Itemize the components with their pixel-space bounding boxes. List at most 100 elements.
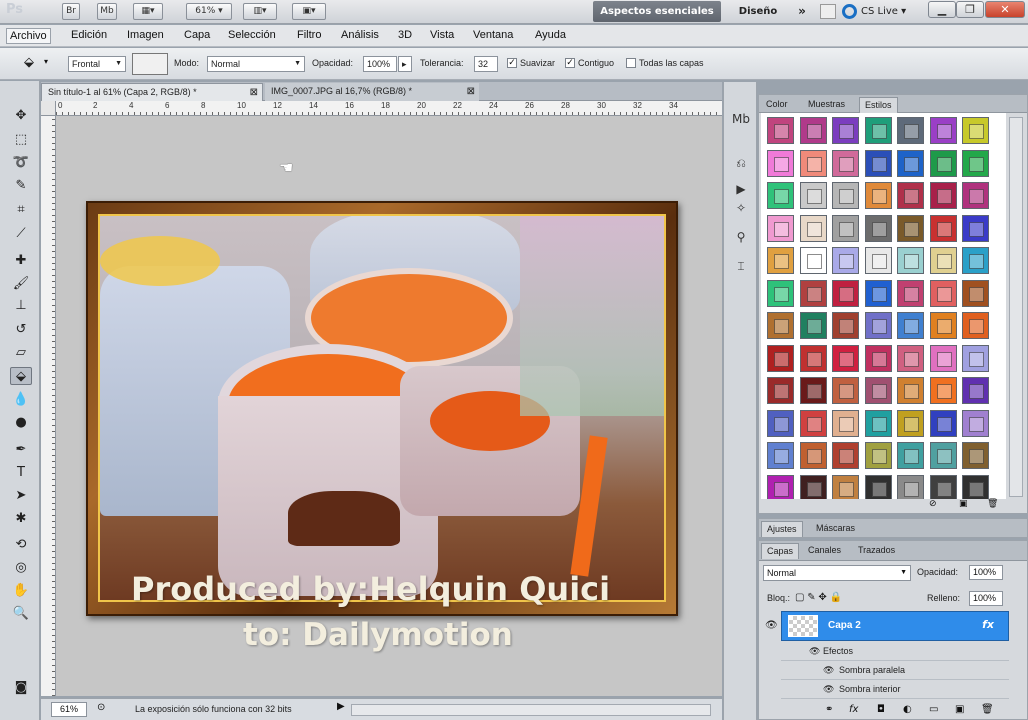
pen-tool-icon[interactable]: ✒ — [10, 441, 32, 459]
new-style-icon[interactable]: ▣ — [959, 499, 968, 509]
tab-swatches[interactable]: Muestras — [803, 97, 850, 113]
view-extras-icon[interactable]: ▦▾ — [133, 3, 163, 20]
shape-tool-icon[interactable]: ✱ — [10, 510, 32, 528]
fx-badge-icon[interactable]: fx — [982, 618, 994, 631]
bridge-icon[interactable]: Br — [62, 3, 80, 20]
pattern-picker[interactable] — [132, 53, 168, 75]
close-tab-icon[interactable]: ⊠ — [250, 84, 258, 101]
menu-vista[interactable]: Vista — [427, 28, 457, 42]
opacity-slider-arrow-icon[interactable]: ▸ — [398, 56, 412, 72]
menu-imagen[interactable]: Imagen — [124, 28, 167, 42]
style-swatch[interactable] — [767, 182, 794, 209]
delete-layer-icon[interactable]: 🗑 — [981, 704, 994, 715]
mode-select[interactable]: Normal ▼ — [207, 56, 305, 72]
style-swatch[interactable] — [832, 409, 859, 437]
add-style-icon[interactable]: fx — [849, 704, 858, 715]
workspace-more-button[interactable]: » — [790, 1, 814, 22]
style-swatch[interactable] — [897, 149, 924, 177]
workspace-design-button[interactable]: Diseño — [728, 1, 788, 22]
style-swatch[interactable] — [929, 377, 957, 404]
style-swatch[interactable] — [767, 312, 794, 339]
document-tab[interactable]: IMG_0007.JPG al 16,7% (RGB/8) * ⊠ — [265, 83, 479, 101]
menu-ventana[interactable]: Ventana — [470, 28, 516, 42]
style-swatch[interactable] — [767, 247, 794, 274]
cs-live-button[interactable]: CS Live ▾ — [842, 2, 906, 22]
layer-row-selected[interactable]: Capa 2 fx — [781, 611, 1009, 641]
contiguous-checkbox[interactable]: ✓ — [565, 58, 575, 68]
all-layers-checkbox[interactable] — [626, 58, 636, 68]
mini-bridge-icon[interactable]: Mb — [97, 3, 117, 20]
style-swatch[interactable] — [897, 344, 924, 372]
style-swatch[interactable] — [832, 117, 859, 144]
menu-analisis[interactable]: Análisis — [338, 28, 382, 42]
tolerance-input[interactable]: 32 — [474, 56, 498, 72]
style-swatch[interactable] — [832, 279, 859, 307]
clone-stamp-tool-icon[interactable]: ⊥ — [10, 297, 32, 315]
style-swatch[interactable] — [962, 442, 989, 469]
style-swatch[interactable] — [897, 214, 924, 242]
paint-bucket-icon[interactable]: ⬙ — [18, 54, 40, 72]
tab-layers[interactable]: Capas — [761, 543, 800, 559]
menu-capa[interactable]: Capa — [181, 28, 213, 42]
actions-panel-icon[interactable]: ▶ — [731, 180, 751, 198]
lock-icons[interactable]: ▢ ✎ ✥ 🔒 — [795, 592, 842, 603]
arrange-documents-icon[interactable]: ▥▾ — [243, 3, 277, 20]
style-swatch[interactable] — [799, 442, 827, 469]
tab-styles[interactable]: Estilos — [859, 97, 898, 113]
tool-preset-arrow-icon[interactable]: ▾ — [44, 57, 48, 66]
styles-scrollbar[interactable] — [1009, 117, 1023, 497]
menu-ayuda[interactable]: Ayuda — [532, 28, 569, 42]
effect-eye-icon[interactable]: 👁 — [823, 684, 834, 695]
blur-tool-icon[interactable]: 💧 — [10, 391, 32, 409]
style-swatch[interactable] — [897, 474, 924, 502]
link-layers-icon[interactable]: ⚭ — [825, 704, 833, 715]
style-swatch[interactable] — [929, 344, 957, 372]
style-swatch[interactable] — [799, 149, 827, 177]
style-swatch[interactable] — [864, 247, 892, 274]
fill-source-select[interactable]: Frontal ▼ — [68, 56, 126, 72]
style-swatch[interactable] — [832, 247, 859, 274]
dodge-tool-icon[interactable]: ● — [10, 414, 32, 432]
close-tab-icon[interactable]: ⊠ — [467, 83, 475, 100]
tab-adjustments[interactable]: Ajustes — [761, 521, 803, 537]
style-swatch[interactable] — [864, 182, 892, 209]
style-swatch[interactable] — [929, 409, 957, 437]
style-swatch[interactable] — [897, 182, 924, 209]
document-tab-active[interactable]: Sin título-1 al 61% (Capa 2, RGB/8) * ⊠ — [41, 83, 263, 101]
menu-edicion[interactable]: Edición — [68, 28, 110, 42]
style-swatch[interactable] — [799, 182, 827, 209]
quick-selection-tool-icon[interactable]: ✎ — [10, 177, 32, 195]
effects-row[interactable]: 👁 Efectos — [781, 643, 1009, 661]
menu-archivo[interactable]: Archivo — [6, 28, 51, 44]
clear-style-icon[interactable]: ⊘ — [929, 499, 937, 509]
eyedropper-tool-icon[interactable]: ⟋ — [10, 225, 32, 243]
style-swatch[interactable] — [962, 279, 989, 307]
style-swatch[interactable] — [832, 182, 859, 209]
add-mask-icon[interactable]: ◘ — [877, 704, 885, 715]
style-swatch[interactable] — [767, 344, 794, 372]
layer-opacity-input[interactable]: 100% — [969, 565, 1003, 580]
style-swatch[interactable] — [832, 474, 859, 502]
style-swatch[interactable] — [864, 312, 892, 339]
style-swatch[interactable] — [799, 474, 827, 502]
workspace-search-field[interactable] — [820, 4, 836, 19]
style-swatch[interactable] — [767, 117, 794, 144]
style-swatch[interactable] — [864, 279, 892, 307]
style-swatch[interactable] — [929, 182, 957, 209]
style-swatch[interactable] — [864, 149, 892, 177]
lasso-tool-icon[interactable]: ➰ — [10, 154, 32, 172]
style-swatch[interactable] — [929, 117, 957, 144]
style-swatch[interactable] — [832, 442, 859, 469]
style-swatch[interactable] — [799, 214, 827, 242]
style-swatch[interactable] — [897, 279, 924, 307]
tab-color[interactable]: Color — [761, 97, 793, 113]
style-swatch[interactable] — [864, 474, 892, 502]
brushes-panel-icon[interactable]: ✧ — [731, 199, 751, 217]
tab-channels[interactable]: Canales — [803, 543, 846, 559]
style-swatch[interactable] — [799, 279, 827, 307]
style-swatch[interactable] — [799, 312, 827, 339]
history-panel-icon[interactable]: ⎌ — [731, 154, 751, 172]
style-swatch[interactable] — [929, 312, 957, 339]
style-swatch[interactable] — [897, 377, 924, 404]
style-swatch[interactable] — [929, 149, 957, 177]
